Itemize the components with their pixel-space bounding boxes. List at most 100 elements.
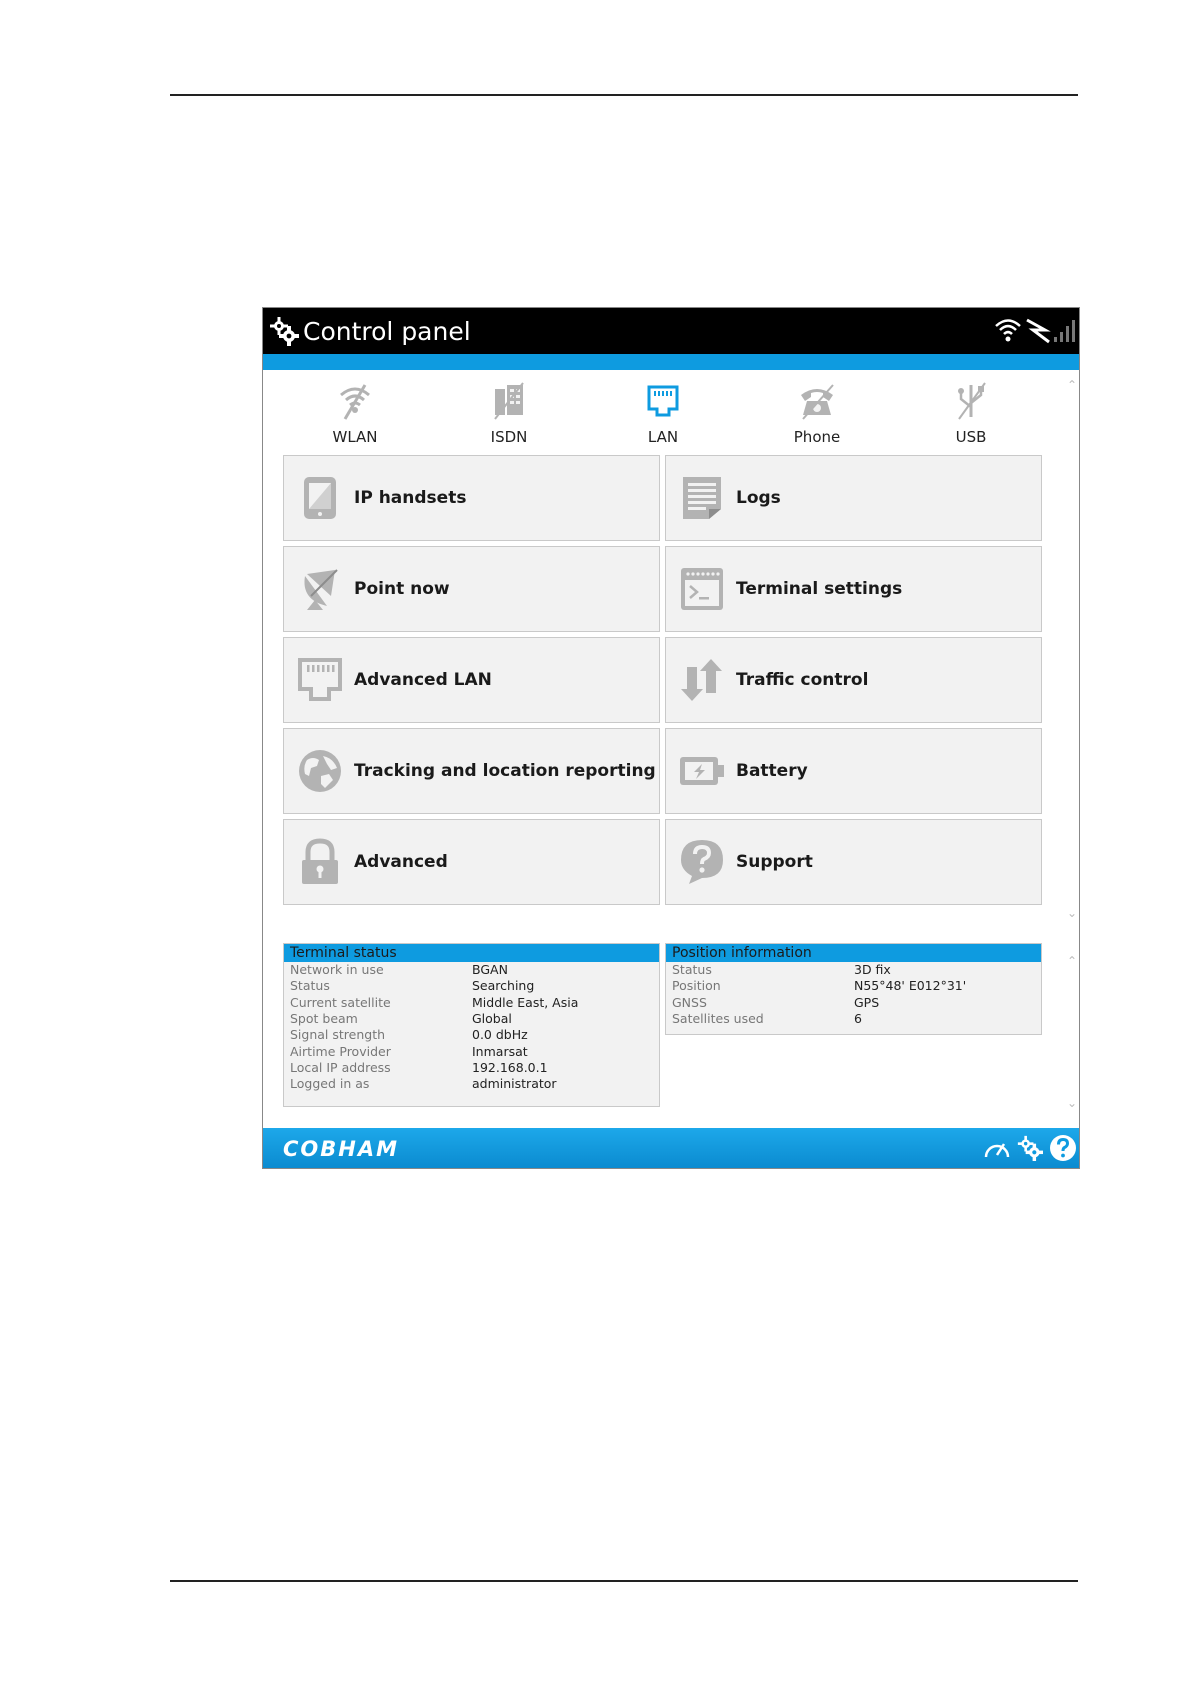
table-row: Logged in as administrator — [290, 1076, 578, 1092]
panel-title: Terminal status — [284, 944, 659, 962]
tile-label: Support — [736, 852, 813, 872]
scroll-down-icon[interactable]: ⌄ — [1067, 906, 1077, 920]
tile-label: IP handsets — [354, 488, 467, 508]
tile-label: Battery — [736, 761, 808, 781]
row-value: BGAN — [472, 962, 508, 978]
accent-bar — [263, 354, 1079, 370]
row-value: administrator — [472, 1076, 557, 1092]
tile-traffic-control[interactable]: Traffic control — [665, 637, 1042, 723]
row-value: Middle East, Asia — [472, 994, 579, 1010]
lan-active-icon — [613, 380, 713, 422]
row-key: GNSS — [672, 994, 707, 1010]
nav-phone[interactable]: Phone — [767, 380, 867, 446]
row-key: Current satellite — [290, 994, 391, 1010]
row-value: GPS — [854, 994, 880, 1010]
title-bar: Control panel — [263, 308, 1079, 354]
battery-icon — [678, 747, 726, 795]
table-row: GNSS GPS — [672, 995, 966, 1011]
status-icon-group — [993, 316, 1077, 348]
phone-off-icon — [767, 380, 867, 422]
tile-label: Advanced LAN — [354, 670, 492, 690]
nav-wlan[interactable]: WLAN — [305, 380, 405, 446]
row-key: Airtime Provider — [290, 1043, 391, 1059]
tile-ip-handsets[interactable]: IP handsets — [283, 455, 660, 541]
nav-label: USB — [955, 428, 987, 446]
row-value: 6 — [854, 1011, 862, 1027]
terminal-icon — [678, 565, 726, 613]
footer-icon-group — [983, 1134, 1077, 1166]
row-value: 3D fix — [854, 962, 891, 978]
position-information-table: Status 3D fix Position N55°48' E012°31' GN… — [672, 962, 966, 1027]
handset-icon — [296, 474, 344, 522]
tile-label: Advanced — [354, 852, 448, 872]
table-row: Spot beam Global — [290, 1011, 578, 1027]
tile-support[interactable]: Support — [665, 819, 1042, 905]
row-key: Logged in as — [290, 1076, 370, 1092]
table-row: Status 3D fix — [672, 962, 966, 978]
table-row: Signal strength 0.0 dbHz — [290, 1027, 578, 1043]
tile-terminal-settings[interactable]: Terminal settings — [665, 546, 1042, 632]
question-icon — [678, 838, 726, 886]
isdn-off-icon — [459, 380, 559, 422]
table-row: Network in use BGAN — [290, 962, 578, 978]
tile-advanced[interactable]: Advanced — [283, 819, 660, 905]
help-icon[interactable] — [1049, 1134, 1077, 1166]
control-panel-window: Control panel WLAN ISDN LAN Phone USB IP… — [262, 307, 1080, 1169]
page-footer-rule — [170, 1580, 1078, 1582]
row-value: 0.0 dbHz — [472, 1027, 528, 1043]
row-value: Inmarsat — [472, 1043, 528, 1059]
row-key: Network in use — [290, 962, 384, 978]
position-information-panel: Position information Status 3D fix Positi… — [665, 943, 1042, 1035]
brand-logo: COBHAM — [283, 1137, 399, 1161]
lock-icon — [296, 838, 344, 886]
scroll-up-icon[interactable]: ⌃ — [1067, 954, 1077, 968]
row-value: Searching — [472, 978, 535, 994]
tile-label: Terminal settings — [736, 579, 903, 599]
table-row: Position N55°48' E012°31' — [672, 978, 966, 994]
row-key: Signal strength — [290, 1027, 386, 1043]
terminal-status-table: Network in use BGAN Status Searching Curre… — [290, 962, 578, 1092]
tile-advanced-lan[interactable]: Advanced LAN — [283, 637, 660, 723]
row-key: Local IP address — [290, 1059, 391, 1075]
row-key: Spot beam — [290, 1011, 358, 1027]
wifi-signal-icon — [993, 316, 1023, 348]
control-panel-gears-icon[interactable] — [267, 314, 301, 348]
satellite-dish-icon — [296, 565, 344, 613]
traffic-arrows-icon — [678, 656, 726, 704]
nav-lan[interactable]: LAN — [613, 380, 713, 446]
usb-off-icon — [921, 380, 1021, 422]
row-key: Satellites used — [672, 1011, 764, 1027]
page-header-rule — [170, 94, 1078, 96]
wlan-off-icon — [305, 380, 405, 422]
nav-usb[interactable]: USB — [921, 380, 1021, 446]
table-row: Satellites used 6 — [672, 1011, 966, 1027]
tile-logs[interactable]: Logs — [665, 455, 1042, 541]
interface-nav: WLAN ISDN LAN Phone USB — [263, 380, 1053, 458]
nav-label: Phone — [793, 428, 841, 446]
tile-label: Logs — [736, 488, 781, 508]
tile-battery[interactable]: Battery — [665, 728, 1042, 814]
signal-bars-icon — [1053, 316, 1077, 348]
scroll-up-icon[interactable]: ⌃ — [1067, 378, 1077, 392]
table-row: Status Searching — [290, 978, 578, 994]
scroll-down-icon[interactable]: ⌄ — [1067, 1096, 1077, 1110]
terminal-status-panel: Terminal status Network in use BGAN Statu… — [283, 943, 660, 1107]
nav-isdn[interactable]: ISDN — [459, 380, 559, 446]
dashboard-gauge-icon[interactable] — [983, 1135, 1011, 1165]
nav-label: ISDN — [490, 428, 528, 446]
table-row: Local IP address 192.168.0.1 — [290, 1060, 578, 1076]
row-key: Position — [672, 978, 721, 994]
logs-icon — [678, 474, 726, 522]
row-key: Status — [290, 978, 330, 994]
window-title: Control panel — [303, 316, 471, 346]
tile-tracking-location[interactable]: Tracking and location reporting — [283, 728, 660, 814]
nav-label: WLAN — [332, 428, 378, 446]
table-row: Airtime Provider Inmarsat — [290, 1043, 578, 1059]
tile-label: Tracking and location reporting — [354, 761, 656, 781]
lan-port-icon — [296, 656, 344, 704]
tile-point-now[interactable]: Point now — [283, 546, 660, 632]
control-panel-gears-icon[interactable] — [1017, 1135, 1043, 1165]
row-value: 192.168.0.1 — [472, 1059, 548, 1075]
footer-bar: COBHAM — [263, 1128, 1079, 1168]
row-value: Global — [472, 1011, 512, 1027]
